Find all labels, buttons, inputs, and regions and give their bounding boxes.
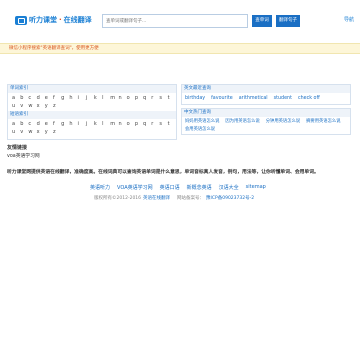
footer-link[interactable]: 新概念英语 [187,184,212,191]
cn-query-link[interactable]: 因为用英语怎么说 [225,118,259,126]
word-index-letter-n[interactable]: n [118,94,126,102]
word-index-letter-o[interactable]: o [127,94,135,102]
notice-bar: 微信小程序搜索"英语翻译查词"，使用更方便 [0,43,360,54]
site-intro: 听力课堂网提供英语在线翻译，准确度高。在线词典可以查询英语单词是什么意思，单词音… [7,170,319,175]
phrase-index-letter-l[interactable]: l [102,120,110,128]
phrase-index-letter-v[interactable]: v [20,128,28,136]
site-logo[interactable]: 听力课堂 · 在线翻译 [15,15,92,25]
word-index-letter-j[interactable]: j [86,94,94,102]
recent-query-link[interactable]: favourite [211,94,233,103]
phrase-index-letter-e[interactable]: e [45,120,53,128]
recent-query-link[interactable]: birthday [185,94,205,103]
phrase-index-letter-a[interactable]: a [12,120,20,128]
word-index-letter-c[interactable]: c [28,94,36,102]
phrase-index-letter-t[interactable]: t [168,120,176,128]
nav-link[interactable]: 导航 [344,16,354,23]
phrase-index-letter-m[interactable]: m [110,120,118,128]
word-index-letter-e[interactable]: e [45,94,53,102]
word-index-letter-u[interactable]: u [12,102,20,110]
footer-link[interactable]: sitemap [246,184,266,191]
friend-link[interactable]: voa英语学习网 [7,154,40,159]
word-index-letter-s[interactable]: s [159,94,167,102]
cn-query-link[interactable]: 摘要用英语怎么说 [306,118,340,126]
cn-hot-queries-list: 妈妈用英语怎么说 因为用英语怎么说 分钟用英语怎么说 摘要用英语怎么说会用英语怎么说 [182,117,350,135]
word-index-letter-f[interactable]: f [53,94,61,102]
copyright-site-link[interactable]: 英语在线翻译 [143,195,170,201]
recent-query-link[interactable]: student [274,94,292,103]
word-index-letter-t[interactable]: t [168,94,176,102]
cn-query-link[interactable]: 分钟用英语怎么说 [266,118,300,126]
icp-link[interactable]: 豫ICP备09023732号-2 [206,195,254,201]
word-index-letter-v[interactable]: v [20,102,28,110]
recent-queries-title: 英文最近查询 [182,85,350,93]
phrase-index-title: 短语索引 [8,111,176,119]
word-index-letter-k[interactable]: k [94,94,102,102]
cn-query-link[interactable]: 会用英语怎么说 [185,126,215,134]
index-panel: 单词索引 abcdefghijklmnopqrstuvwxyz 短语索引 abc… [7,84,177,140]
search-input[interactable] [102,14,248,28]
cn-hot-queries-panel: 中文热门查询 妈妈用英语怎么说 因为用英语怎么说 分钟用英语怎么说 摘要用英语怎么说会… [181,108,351,135]
phrase-index-letter-b[interactable]: b [20,120,28,128]
phrase-index-letter-h[interactable]: h [69,120,77,128]
phrase-index-letter-q[interactable]: q [143,120,151,128]
recent-query-link[interactable]: check off [298,94,320,103]
footer-link[interactable]: 英语口语 [160,184,180,191]
cn-query-link[interactable]: 妈妈用英语怎么说 [185,118,219,126]
logo-text: 听力课堂 [29,16,57,24]
phrase-index-letter-i[interactable]: i [78,120,86,128]
phrase-index-letter-z[interactable]: z [53,128,61,136]
word-index-letter-i[interactable]: i [78,94,86,102]
phrase-index-letter-k[interactable]: k [94,120,102,128]
word-index-letter-d[interactable]: d [37,94,45,102]
word-index-letter-p[interactable]: p [135,94,143,102]
word-index-letter-r[interactable]: r [151,94,159,102]
footer-copyright: 版权所有©2012-2016 英语在线翻译 网站备案号： 豫ICP备090237… [94,195,256,201]
word-index-letter-x[interactable]: x [37,102,45,110]
phrase-index-letter-j[interactable]: j [86,120,94,128]
phrase-index-letter-o[interactable]: o [127,120,135,128]
phrase-index-letter-y[interactable]: y [45,128,53,136]
cn-hot-queries-title: 中文热门查询 [182,109,350,117]
translate-sentence-button[interactable]: 翻译句子 [276,15,300,27]
logo-subtitle: 在线翻译 [63,16,92,24]
word-index-letter-b[interactable]: b [20,94,28,102]
word-index-letter-h[interactable]: h [69,94,77,102]
footer-link[interactable]: 汉语大全 [219,184,239,191]
word-index-letter-m[interactable]: m [110,94,118,102]
phrase-index-letter-p[interactable]: p [135,120,143,128]
footer-link[interactable]: 英语听力 [90,184,110,191]
word-index-letter-y[interactable]: y [45,102,53,110]
phrase-index-letter-g[interactable]: g [61,120,69,128]
copyright-text: 版权所有©2012-2016 [94,196,142,201]
recent-queries-panel: 英文最近查询 birthday favourite arithmetical stud… [181,84,351,105]
logo-icon [15,15,27,25]
friend-links-title: 友情链接 [7,145,28,151]
lookup-word-button[interactable]: 查单词 [252,15,272,27]
word-index-letter-z[interactable]: z [53,102,61,110]
friend-links-list: voa英语学习网 [7,152,40,159]
phrase-index-letter-f[interactable]: f [53,120,61,128]
phrase-index-letter-w[interactable]: w [28,128,36,136]
phrase-index-letter-x[interactable]: x [37,128,45,136]
recent-queries-list: birthday favourite arithmetical student chec… [182,93,350,104]
phrase-index-letter-u[interactable]: u [12,128,20,136]
phrase-index-letters: abcdefghijklmnopqrst uvwxyz [8,119,182,136]
word-index-letter-w[interactable]: w [28,102,36,110]
phrase-index-letter-c[interactable]: c [28,120,36,128]
phrase-index-letter-r[interactable]: r [151,120,159,128]
phrase-index-letter-d[interactable]: d [37,120,45,128]
word-index-letter-a[interactable]: a [12,94,20,102]
word-index-title: 单词索引 [8,85,176,93]
icp-label: 网站备案号： [177,196,205,201]
logo-separator: · [59,16,62,24]
word-index-letters: abcdefghijklmnopqrst uvwxyz [8,93,182,110]
phrase-index-letter-s[interactable]: s [159,120,167,128]
word-index-letter-q[interactable]: q [143,94,151,102]
footer-link[interactable]: VOA英语学习网 [117,184,153,191]
phrase-index-letter-n[interactable]: n [118,120,126,128]
recent-query-link[interactable]: arithmetical [239,94,268,103]
word-index-letter-g[interactable]: g [61,94,69,102]
footer-links: 英语听力 VOA英语学习网 英语口语 新概念英语 汉语大全 sitemap [90,184,273,191]
word-index-letter-l[interactable]: l [102,94,110,102]
